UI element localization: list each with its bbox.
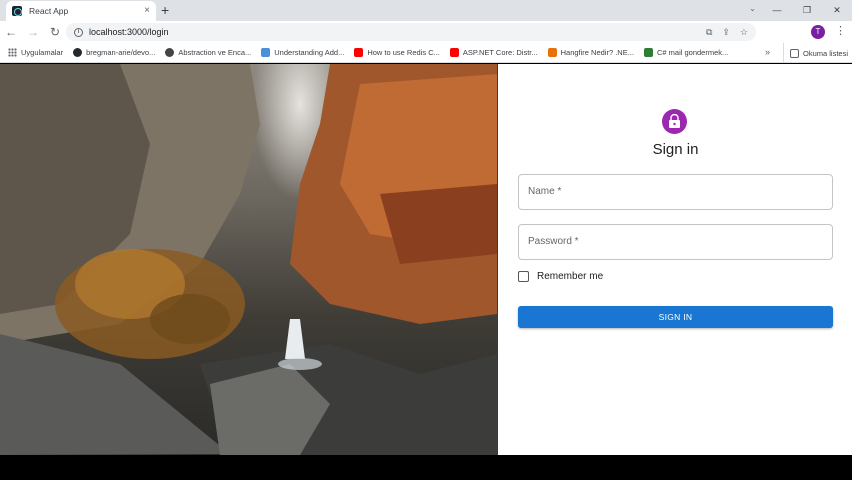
bookmarks-overflow-button[interactable]: » [765, 47, 770, 57]
page-icon [261, 48, 271, 57]
browser-tab[interactable]: React App × [6, 1, 156, 21]
forward-button[interactable]: → [22, 25, 44, 39]
remember-me-row[interactable]: Remember me [518, 271, 603, 282]
browser-tabstrip: React App × + ⌄ — ❐ ✕ [0, 0, 852, 21]
site-info-icon[interactable]: i [74, 27, 83, 37]
browser-menu-icon[interactable]: ⋮ [835, 24, 846, 37]
lock-icon [669, 114, 680, 128]
medium-icon [547, 48, 557, 57]
window-controls: — ❐ ✕ [762, 0, 852, 21]
bookmark-label: Uygulamalar [21, 48, 64, 57]
reading-list-icon [790, 48, 799, 58]
remember-me-checkbox[interactable] [518, 271, 529, 282]
canyon-illustration [0, 64, 497, 455]
restore-button[interactable]: ❐ [792, 0, 822, 21]
globe-icon [165, 48, 175, 57]
password-input[interactable] [519, 225, 832, 259]
close-window-button[interactable]: ✕ [822, 0, 852, 21]
name-input[interactable] [519, 175, 832, 209]
browser-toolbar: ← → ↻ i localhost:3000/login ⧉ ⇪ ☆ [0, 21, 852, 43]
lock-avatar [662, 109, 687, 134]
bookmark-item[interactable]: How to use Redis C... [354, 48, 440, 57]
tab-close-icon[interactable]: × [144, 6, 150, 16]
address-bar[interactable]: i localhost:3000/login ⧉ ⇪ ☆ [66, 23, 756, 41]
apps-icon [8, 48, 17, 57]
bookmark-label: bregman-arie/devo... [86, 48, 156, 57]
youtube-icon [354, 48, 364, 57]
password-field[interactable]: Password * [518, 224, 833, 260]
reload-button[interactable]: ↻ [44, 25, 66, 39]
sign-in-button[interactable]: SIGN IN [518, 306, 833, 328]
page-title: Sign in [652, 141, 699, 158]
tab-search-chevron-icon[interactable]: ⌄ [749, 4, 756, 13]
bookmark-label: How to use Redis C... [367, 48, 440, 57]
translate-icon[interactable]: ⧉ [706, 27, 712, 38]
bookmark-item[interactable]: C# mail gondermek... [643, 48, 729, 57]
bookmark-label: Understanding Add... [274, 48, 345, 57]
bookmark-label: ASP.NET Core: Distr... [462, 48, 538, 57]
bookmark-item[interactable]: ASP.NET Core: Distr... [449, 48, 538, 57]
youtube-icon [449, 48, 459, 57]
tab-title: React App [29, 6, 69, 16]
profile-avatar[interactable]: T [811, 25, 825, 39]
bottom-black-bar [0, 455, 852, 480]
reading-list-button[interactable]: Okuma listesi [783, 43, 848, 63]
bookmark-item[interactable]: Hangfire Nedir? .NE... [547, 48, 634, 57]
name-field[interactable]: Name * [518, 174, 833, 210]
url-text: localhost:3000/login [89, 27, 169, 37]
hero-landscape-image [0, 64, 497, 455]
github-icon [73, 48, 83, 57]
bookmark-apps[interactable]: Uygulamalar [8, 48, 63, 57]
bookmark-label: Abstraction ve Enca... [178, 48, 252, 57]
bookmark-item[interactable]: Understanding Add... [261, 48, 344, 57]
reading-list-label: Okuma listesi [803, 48, 849, 58]
sign-in-form: Sign in Name * Password * Remember me SI… [497, 64, 852, 455]
code-icon [643, 48, 653, 57]
back-button[interactable]: ← [0, 25, 22, 39]
login-page: Sign in Name * Password * Remember me SI… [0, 64, 852, 455]
new-tab-button[interactable]: + [161, 3, 169, 17]
bookmark-star-icon[interactable]: ☆ [740, 27, 748, 38]
remember-me-label: Remember me [537, 271, 604, 282]
share-icon[interactable]: ⇪ [722, 27, 730, 38]
react-favicon-icon [12, 6, 22, 16]
bookmark-label: C# mail gondermek... [656, 48, 729, 57]
bookmark-item[interactable]: Abstraction ve Enca... [165, 48, 251, 57]
bookmark-label: Hangfire Nedir? .NE... [560, 48, 634, 57]
minimize-button[interactable]: — [762, 0, 792, 21]
bookmark-item[interactable]: bregman-arie/devo... [73, 48, 155, 57]
omnibox-actions: ⧉ ⇪ ☆ [706, 23, 748, 41]
bookmarks-bar: Uygulamalar bregman-arie/devo... Abstrac… [0, 43, 852, 63]
